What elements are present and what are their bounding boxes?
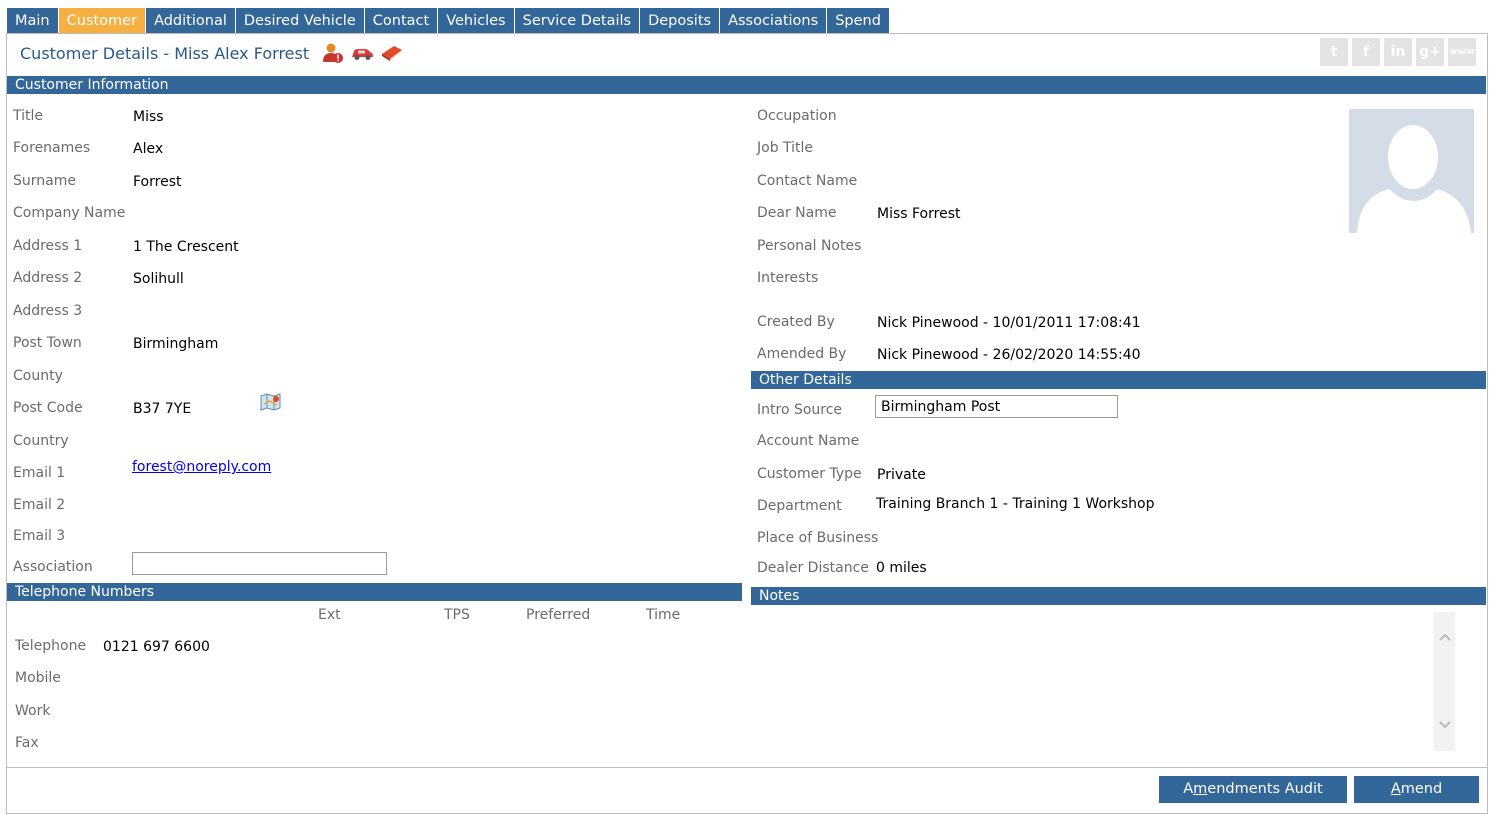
amendments-audit-label-underline: m xyxy=(1193,781,1208,797)
amend-label-underline: A xyxy=(1390,781,1401,797)
address2-label: Address 2 xyxy=(13,270,83,286)
amended-by-value: Nick Pinewood - 26/02/2020 14:55:40 xyxy=(877,347,1141,363)
customer-type-label: Customer Type xyxy=(757,466,862,482)
linkedin-icon[interactable]: in xyxy=(1384,38,1412,66)
tab-additional[interactable]: Additional xyxy=(146,8,236,34)
post-code-label: Post Code xyxy=(13,400,83,416)
tab-contact[interactable]: Contact xyxy=(364,8,439,34)
county-label: County xyxy=(13,368,63,384)
twitter-icon[interactable]: t xyxy=(1320,38,1348,66)
preferred-column-header: Preferred xyxy=(526,607,591,623)
title-label: Title xyxy=(13,108,44,124)
amend-label-post: mend xyxy=(1400,781,1443,797)
forenames-label: Forenames xyxy=(13,140,91,156)
forenames-value: Alex xyxy=(133,141,164,157)
email2-label: Email 2 xyxy=(13,497,66,513)
page-title: Customer Details - Miss Alex Forrest xyxy=(20,44,310,63)
place-of-business-label: Place of Business xyxy=(757,530,879,546)
address3-label: Address 3 xyxy=(13,303,83,319)
country-label: Country xyxy=(13,433,69,449)
occupation-label: Occupation xyxy=(757,108,837,124)
tab-main[interactable]: Main xyxy=(7,8,59,34)
fax-label: Fax xyxy=(15,735,39,751)
amendments-audit-label-pre: A xyxy=(1183,781,1194,797)
surname-value: Forrest xyxy=(133,174,182,190)
footer-divider xyxy=(6,767,1488,768)
dear-name-value: Miss Forrest xyxy=(877,206,961,222)
tab-bar: Main Customer Additional Desired Vehicle… xyxy=(7,8,890,34)
telephone-value: 0121 697 6600 xyxy=(103,639,210,655)
tab-desired-vehicle[interactable]: Desired Vehicle xyxy=(235,8,365,34)
map-icon[interactable] xyxy=(260,392,282,416)
scroll-up-icon[interactable] xyxy=(1438,630,1452,646)
dealer-distance-value: 0 miles xyxy=(876,560,927,576)
tab-vehicles[interactable]: Vehicles xyxy=(438,8,515,34)
header-icons xyxy=(322,42,404,68)
intro-source-input[interactable] xyxy=(875,395,1118,418)
department-value: Training Branch 1 - Training 1 Workshop xyxy=(876,496,1155,512)
mobile-label: Mobile xyxy=(15,670,61,686)
amendments-audit-button[interactable]: Amendments Audit xyxy=(1159,776,1347,803)
notes-header: Notes xyxy=(751,587,1486,605)
amendments-audit-label-post: endments Audit xyxy=(1207,781,1323,797)
amended-by-label: Amended By xyxy=(757,346,847,362)
time-column-header: Time xyxy=(646,607,681,623)
tab-spend[interactable]: Spend xyxy=(827,8,890,34)
other-details-header: Other Details xyxy=(751,371,1486,389)
social-icons: t f in g+ www xyxy=(1320,38,1476,66)
notes-area[interactable] xyxy=(753,608,1433,753)
car-icon[interactable] xyxy=(350,42,374,68)
account-name-label: Account Name xyxy=(757,433,860,449)
address1-label: Address 1 xyxy=(13,238,83,254)
avatar[interactable] xyxy=(1349,109,1474,233)
job-title-label: Job Title xyxy=(757,140,814,156)
telephone-numbers-header: Telephone Numbers xyxy=(7,583,742,601)
association-label: Association xyxy=(13,559,93,575)
tps-column-header: TPS xyxy=(444,607,470,623)
www-icon[interactable]: www xyxy=(1448,38,1476,66)
customer-type-value: Private xyxy=(877,467,926,483)
interests-label: Interests xyxy=(757,270,819,286)
post-code-value: B37 7YE xyxy=(133,401,192,417)
telephone-label: Telephone xyxy=(15,638,87,654)
tab-service-details[interactable]: Service Details xyxy=(514,8,641,34)
tab-customer[interactable]: Customer xyxy=(58,8,147,34)
created-by-label: Created By xyxy=(757,314,835,330)
facebook-icon[interactable]: f xyxy=(1352,38,1380,66)
notes-scrollbar[interactable] xyxy=(1434,612,1455,751)
tab-deposits[interactable]: Deposits xyxy=(640,8,721,34)
department-label: Department xyxy=(757,498,842,514)
tab-associations[interactable]: Associations xyxy=(720,8,828,34)
address2-value: Solihull xyxy=(133,271,184,287)
company-name-label: Company Name xyxy=(13,205,126,221)
customer-information-header: Customer Information xyxy=(7,76,1486,94)
email1-link[interactable]: forest@noreply.com xyxy=(132,459,271,475)
customer-alert-icon[interactable] xyxy=(322,42,344,68)
post-town-value: Birmingham xyxy=(133,336,219,352)
scroll-down-icon[interactable] xyxy=(1438,718,1452,734)
contact-name-label: Contact Name xyxy=(757,173,858,189)
address1-value: 1 The Crescent xyxy=(133,239,239,255)
email1-label: Email 1 xyxy=(13,465,66,481)
dear-name-label: Dear Name xyxy=(757,205,837,221)
surname-label: Surname xyxy=(13,173,76,189)
email3-label: Email 3 xyxy=(13,528,66,544)
personal-notes-label: Personal Notes xyxy=(757,238,862,254)
book-icon[interactable] xyxy=(380,42,404,68)
post-town-label: Post Town xyxy=(13,335,82,351)
google-plus-icon[interactable]: g+ xyxy=(1416,38,1444,66)
association-input[interactable] xyxy=(132,552,387,575)
intro-source-label: Intro Source xyxy=(757,402,843,418)
avatar-silhouette-icon xyxy=(1349,109,1474,233)
ext-column-header: Ext xyxy=(318,607,341,623)
created-by-value: Nick Pinewood - 10/01/2011 17:08:41 xyxy=(877,315,1141,331)
work-label: Work xyxy=(15,703,51,719)
amend-button[interactable]: Amend xyxy=(1354,776,1479,803)
dealer-distance-label: Dealer Distance xyxy=(757,560,869,576)
title-value: Miss xyxy=(133,109,164,125)
